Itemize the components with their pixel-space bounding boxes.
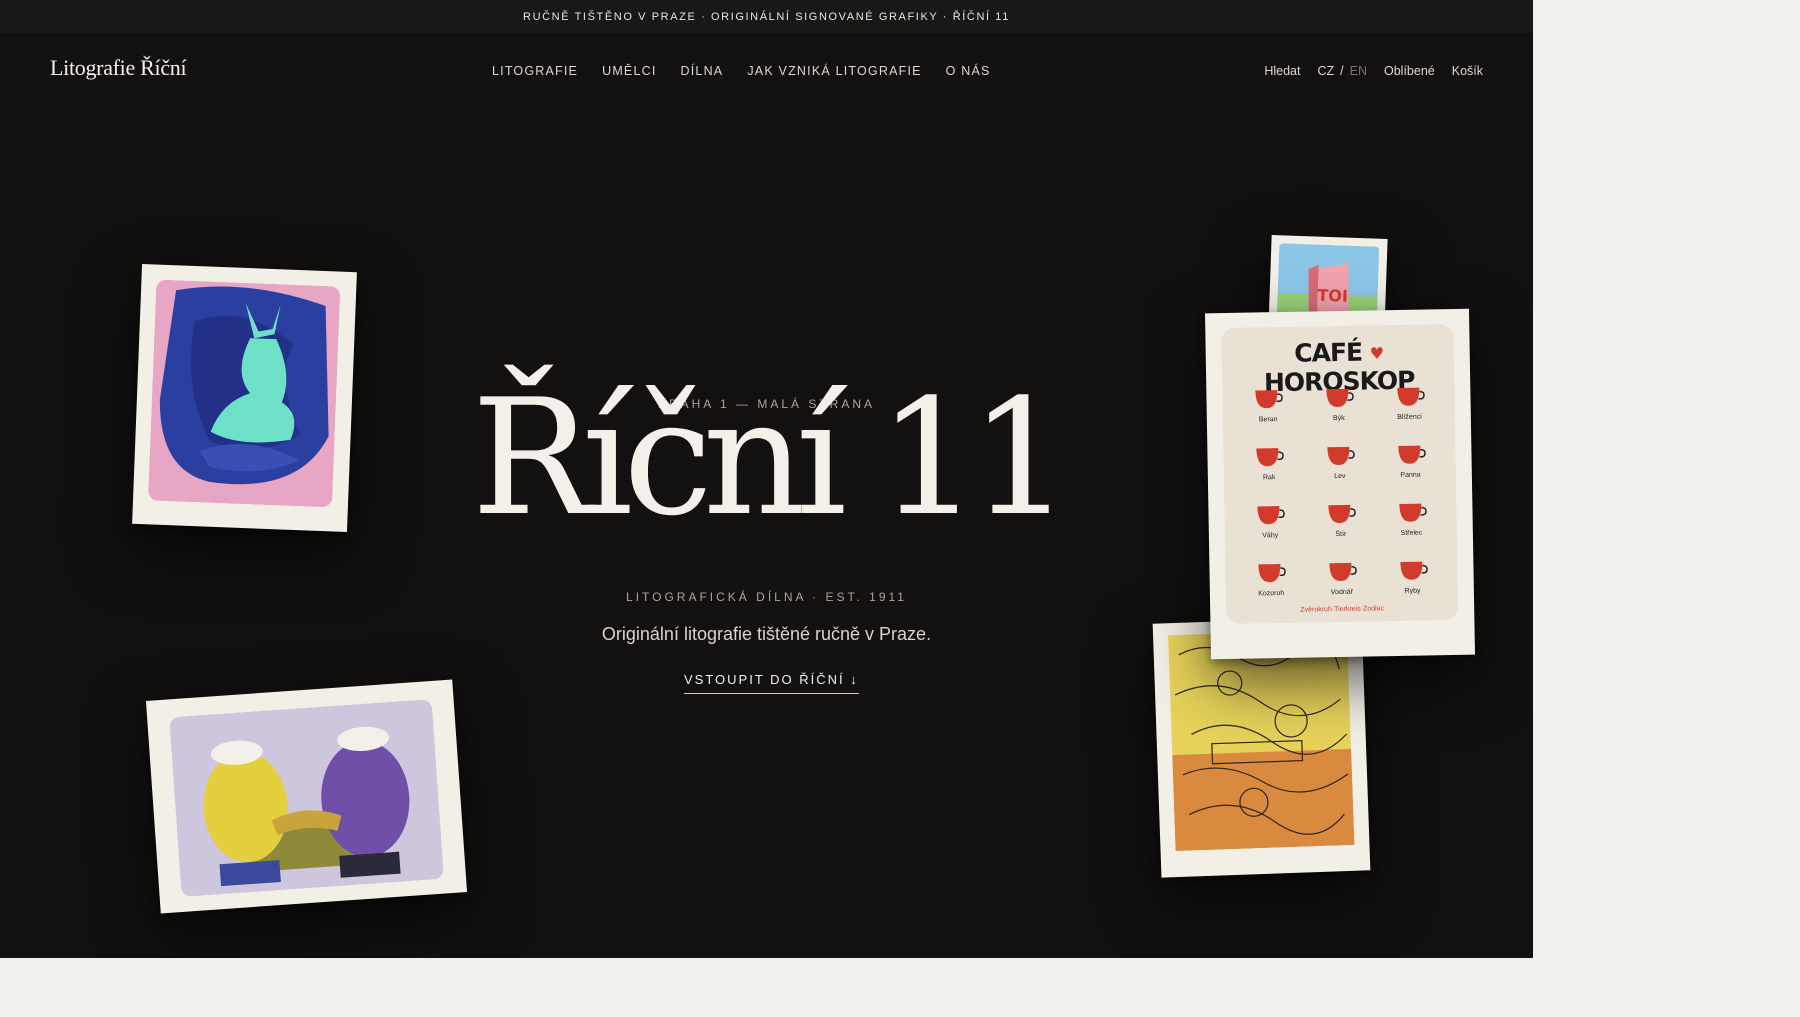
teacup-icon (1258, 564, 1287, 583)
cup-icon: ♥ (1369, 343, 1384, 363)
horoscope-footer: Zvěrokruh·Tierkreis·Zodiac (1300, 605, 1385, 614)
arm-wrestling-artwork (169, 699, 444, 897)
enter-cta-link[interactable]: VSTOUPIT DO ŘÍČNÍ ↓ (684, 672, 859, 694)
yellow-scene-artwork (1168, 628, 1355, 852)
toi-label: TOI (1317, 286, 1348, 306)
below-fold-section (0, 958, 1800, 1017)
hero-subline: LITOGRAFICKÁ DÍLNA · EST. 1911 (626, 590, 907, 604)
hero-tagline: Originální litografie tištěné ručně v Pr… (601, 624, 932, 644)
print-arm-wrestling[interactable] (145, 679, 468, 914)
horoscope-title-left: CAFÉ (1293, 337, 1363, 368)
hero-title: Říční 11 (471, 364, 1072, 551)
teacup-icon (1329, 562, 1357, 582)
teacup-icon (1400, 561, 1428, 580)
page-root: RUČNĚ TIŠTĚNO V PRAZE · ORIGINÁLNÍ SIGNO… (0, 0, 1533, 958)
hero-section: TOI CAFÉ ♥ HOROSKOP Beran Býk Blíženci R… (0, 0, 1533, 958)
